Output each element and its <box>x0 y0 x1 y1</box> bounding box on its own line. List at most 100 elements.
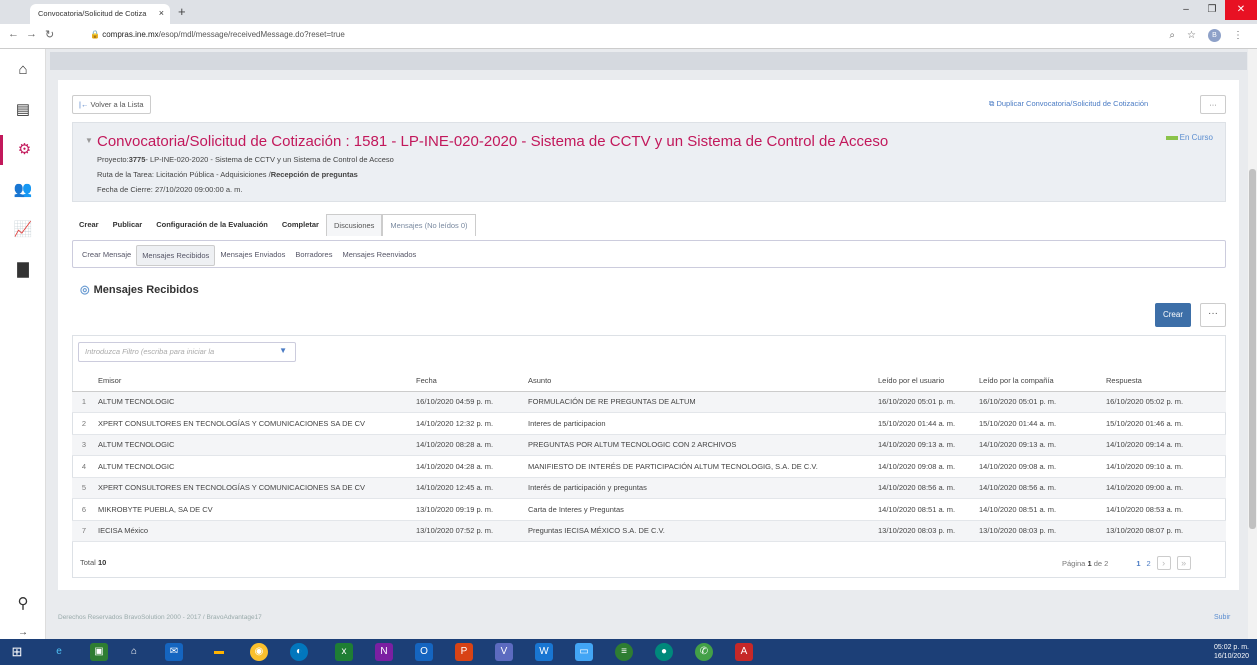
outlook-icon[interactable]: O <box>415 643 433 661</box>
scroll-top-link[interactable]: Subir <box>1214 614 1230 621</box>
cell-respuesta: 14/10/2020 09:10 a. m. <box>1102 455 1226 478</box>
cell-fecha: 13/10/2020 09:19 p. m. <box>412 498 524 521</box>
chevron-down-icon[interactable]: ▼ <box>279 346 287 355</box>
collapse-caret-icon[interactable]: ▼ <box>85 136 93 145</box>
explorer-icon[interactable]: ▭ <box>575 643 593 661</box>
main-tabs: Crear Publicar Configuración de la Evalu… <box>72 214 476 236</box>
suppliers-icon[interactable]: 👥 <box>0 175 46 205</box>
cell-asunto[interactable]: Interés de participación y preguntas <box>524 477 874 499</box>
home-app-icon[interactable]: ⌂ <box>125 643 143 661</box>
browser-menu-icon[interactable]: ⋮ <box>1233 30 1243 41</box>
whatsapp-icon[interactable]: ✆ <box>695 643 713 661</box>
page-indicator: Página 1 de 2 <box>1062 558 1109 568</box>
close-window-icon[interactable]: ✕ <box>1225 0 1257 20</box>
tab-crear[interactable]: Crear <box>72 214 106 236</box>
new-tab-button[interactable]: + <box>178 4 186 19</box>
table-row[interactable]: 2 XPERT CONSULTORES EN TECNOLOGÍAS Y COMU… <box>72 412 1226 435</box>
system-clock[interactable]: 05:02 p. m. 16/10/2020 <box>1214 643 1249 661</box>
col-respuesta[interactable]: Respuesta <box>1102 370 1226 392</box>
cell-asunto[interactable]: Preguntas IECISA MÉXICO S.A. DE C.V. <box>524 520 874 542</box>
tab-discusiones[interactable]: Discusiones <box>325 214 383 236</box>
more-actions-button[interactable]: ··· <box>1200 95 1226 114</box>
tab-mensajes[interactable]: Mensajes (No leídos 0) <box>382 214 476 236</box>
table-row[interactable]: 4 ALTUM TECNOLOGIC 14/10/2020 04:28 a. m. M… <box>72 455 1226 478</box>
reload-icon[interactable]: ↻ <box>45 28 54 41</box>
powerpoint-icon[interactable]: P <box>455 643 473 661</box>
zoom-icon[interactable]: ⌕ <box>1169 30 1175 41</box>
subtab-crear-mensaje[interactable]: Crear Mensaje <box>77 245 136 266</box>
sourcing-icon[interactable]: ⚙ <box>0 135 46 165</box>
browser-tab[interactable]: Convocatoria/Solicitud de Cotiza × <box>30 4 170 24</box>
documents-icon[interactable]: ▇ <box>0 255 46 285</box>
status-bar-icon <box>1165 135 1178 140</box>
create-message-button[interactable]: Crear <box>1155 303 1191 327</box>
col-leido-usuario[interactable]: Leído por el usuario <box>874 370 975 392</box>
cell-asunto[interactable]: Carta de Interes y Preguntas <box>524 498 874 521</box>
tab-publicar[interactable]: Publicar <box>106 214 150 236</box>
expand-sidebar-icon[interactable]: → <box>0 626 46 640</box>
page-scrollbar[interactable] <box>1248 49 1257 639</box>
cell-emisor: XPERT CONSULTORES EN TECNOLOGÍAS Y COMUN… <box>94 412 412 435</box>
inbox-circle-icon: ◎ <box>80 284 90 296</box>
col-asunto[interactable]: Asunto <box>524 370 874 392</box>
onenote-icon[interactable]: N <box>375 643 393 661</box>
top-strip <box>50 52 1247 70</box>
filter-input[interactable]: Introduzca Filtro (escriba para iniciar … <box>78 342 296 362</box>
cell-fecha: 14/10/2020 12:32 p. m. <box>412 412 524 435</box>
analytics-icon[interactable]: 📈 <box>0 215 46 245</box>
acrobat-icon[interactable]: A <box>735 643 753 661</box>
home-icon[interactable]: ⌂ <box>0 55 46 85</box>
spotify-icon[interactable]: ≡ <box>615 643 633 661</box>
subtab-mensajes-recibidos[interactable]: Mensajes Recibidos <box>136 245 216 266</box>
col-fecha[interactable]: Fecha <box>412 370 524 392</box>
subtab-mensajes-reenviados[interactable]: Mensajes Reenviados <box>337 245 421 266</box>
forward-arrow-icon[interactable]: → <box>26 28 37 40</box>
search-icon[interactable]: ⚲ <box>0 589 46 619</box>
last-page-icon[interactable]: » <box>1176 556 1191 570</box>
subtab-mensajes-enviados[interactable]: Mensajes Enviados <box>215 245 290 266</box>
table-row[interactable]: 6 MIKROBYTE PUEBLA, SA DE CV 13/10/2020 09… <box>72 498 1226 521</box>
cell-leido-compania: 16/10/2020 05:01 p. m. <box>975 391 1102 413</box>
page-1-link[interactable]: 1 <box>1136 559 1140 568</box>
back-arrow-icon[interactable]: ← <box>8 28 19 40</box>
chrome-icon[interactable]: ◉ <box>250 643 268 661</box>
folder-icon[interactable]: ▬ <box>210 643 228 661</box>
bookmark-star-icon[interactable]: ☆ <box>1187 30 1196 41</box>
table-row[interactable]: 3 ALTUM TECNOLOGIC 14/10/2020 08:28 a. m. P… <box>72 434 1226 456</box>
col-leido-compania[interactable]: Leído por la compañía <box>975 370 1102 392</box>
minimize-icon[interactable]: – <box>1173 0 1199 20</box>
subtab-borradores[interactable]: Borradores <box>290 245 337 266</box>
maximize-icon[interactable]: ❐ <box>1199 0 1225 20</box>
cell-asunto[interactable]: MANIFIESTO DE INTERÉS DE PARTICIPACIÓN A… <box>524 455 874 478</box>
duplicate-button[interactable]: ⧉ Duplicar Convocatoria/Solicitud de Cot… <box>983 95 1155 113</box>
mail-icon[interactable]: ✉ <box>165 643 183 661</box>
next-page-icon[interactable]: › <box>1156 556 1171 570</box>
tab-title: Convocatoria/Solicitud de Cotiza <box>38 9 147 18</box>
word-icon[interactable]: W <box>535 643 553 661</box>
excel-icon[interactable]: x <box>335 643 353 661</box>
list-more-button[interactable]: ··· <box>1200 303 1226 327</box>
footer-copyright: Derechos Reservados BravoSolution 2000 -… <box>58 614 262 621</box>
teams-icon[interactable]: ● <box>655 643 673 661</box>
tab-completar[interactable]: Completar <box>275 214 326 236</box>
page-2-link[interactable]: 2 <box>1147 559 1151 568</box>
tab-configuracion[interactable]: Configuración de la Evaluación <box>149 214 275 236</box>
table-row[interactable]: 1 ALTUM TECNOLOGIC 16/10/2020 04:59 p. m. F… <box>72 391 1226 413</box>
edge-browser-icon[interactable]: e <box>50 643 68 661</box>
dashboard-icon[interactable]: ▤ <box>0 95 46 125</box>
url-field[interactable]: 🔒 compras.ine.mx/esop/mdl/message/receiv… <box>80 27 1190 45</box>
edge-icon[interactable]: ◐ <box>290 643 308 661</box>
back-to-list-button[interactable]: |← Volver a la Lista <box>72 95 151 114</box>
table-row[interactable]: 7 IECISA México 13/10/2020 07:52 p. m. Preg… <box>72 520 1226 542</box>
cell-asunto[interactable]: Interes de participacion <box>524 412 874 435</box>
cell-asunto[interactable]: FORMULACIÓN DE RE PREGUNTAS DE ALTUM <box>524 391 874 413</box>
close-tab-icon[interactable]: × <box>159 8 164 18</box>
table-row[interactable]: 5 XPERT CONSULTORES EN TECNOLOGÍAS Y COMU… <box>72 477 1226 499</box>
windows-start-icon[interactable]: ⊞ <box>8 643 26 661</box>
table-header-row: Emisor Fecha Asunto Leído por el usuario… <box>72 370 1226 392</box>
store-icon[interactable]: ▣ <box>90 643 108 661</box>
profile-avatar[interactable]: B <box>1208 29 1221 42</box>
cell-asunto[interactable]: PREGUNTAS POR ALTUM TECNOLOGIC CON 2 ARC… <box>524 434 874 456</box>
visio-icon[interactable]: V <box>495 643 513 661</box>
col-emisor[interactable]: Emisor <box>94 370 412 392</box>
